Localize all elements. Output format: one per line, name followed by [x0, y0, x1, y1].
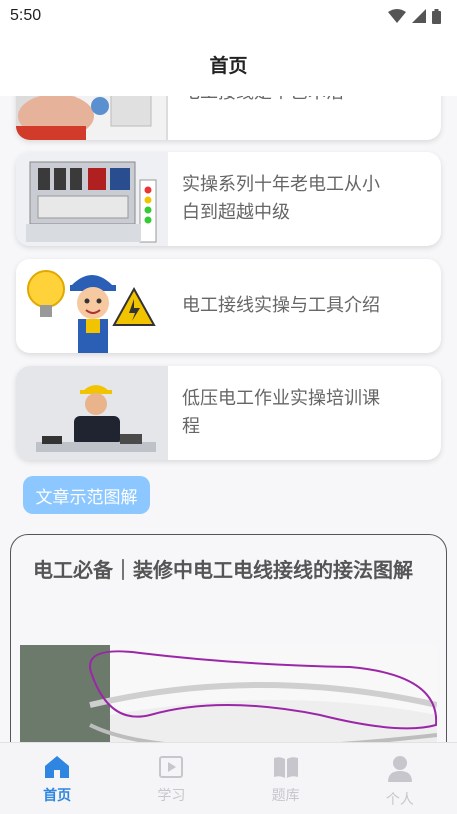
home-feed[interactable]: 电工接线是个艺术活 实操系列十年老电工从小白到超越中级 [0, 96, 457, 742]
app-header: 首页 [0, 32, 457, 96]
status-icons [388, 8, 441, 24]
page-title: 首页 [209, 54, 248, 77]
article-title: 电工必备｜装修中电工电线接线的接法图解 [33, 558, 413, 582]
course-title: 实操系列十年老电工从小白到超越中级 [182, 174, 380, 223]
tab-label: 个人 [385, 792, 414, 808]
tab-label: 题库 [271, 788, 300, 804]
home-icon [45, 756, 70, 778]
tab-question-bank[interactable]: 题库 [229, 743, 343, 814]
battery-icon [432, 8, 441, 24]
tab-label: 首页 [43, 788, 72, 804]
bottom-tab-bar: 首页 学习 题库 个人 [0, 742, 457, 814]
section-tag[interactable]: 文章示范图解 [23, 476, 150, 514]
course-thumbnail [16, 152, 168, 246]
article-card[interactable]: 电工必备｜装修中电工电线接线的接法图解 [10, 534, 447, 742]
signal-icon [412, 9, 426, 23]
user-icon [387, 756, 412, 782]
book-icon [273, 757, 298, 778]
tab-profile[interactable]: 个人 [343, 743, 457, 814]
course-title: 电工接线是个艺术活 [168, 96, 441, 140]
status-time: 5:50 [10, 7, 42, 24]
course-thumbnail [16, 96, 168, 140]
course-card[interactable]: 实操系列十年老电工从小白到超越中级 [16, 152, 441, 246]
course-card[interactable]: 低压电工作业实操培训课程 [16, 366, 441, 460]
tab-label: 学习 [157, 788, 186, 804]
status-bar: 5:50 [0, 0, 457, 32]
course-card[interactable]: 电工接线实操与工具介绍 [16, 259, 441, 353]
course-title: 低压电工作业实操培训课程 [182, 388, 380, 437]
course-thumbnail [16, 259, 168, 353]
course-card[interactable]: 电工接线是个艺术活 [16, 96, 441, 140]
video-play-icon [159, 756, 184, 778]
tab-home[interactable]: 首页 [0, 743, 114, 814]
tab-study[interactable]: 学习 [114, 743, 228, 814]
article-image [20, 645, 437, 742]
course-title: 电工接线实操与工具介绍 [182, 295, 380, 316]
wifi-icon [388, 9, 406, 23]
course-thumbnail [16, 366, 168, 460]
